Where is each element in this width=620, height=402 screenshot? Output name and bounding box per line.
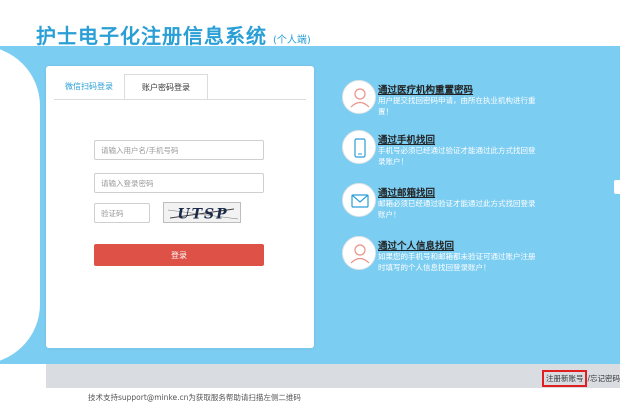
tab-account-login[interactable]: 账户密码登录 — [124, 74, 208, 100]
password-input[interactable] — [94, 173, 264, 193]
register-link[interactable]: 注册新账号 — [541, 370, 588, 387]
captcha-image[interactable]: UTSP — [163, 202, 241, 223]
side-handle — [614, 180, 620, 194]
login-button[interactable]: 登录 — [94, 244, 264, 266]
page-subtitle: (个人端) — [273, 35, 311, 46]
page-title: 护士电子化注册信息系统 (个人端) — [36, 20, 311, 49]
header: 护士电子化注册信息系统 (个人端) — [0, 0, 620, 49]
bottom-bar: 注册新账号/忘记密码 — [46, 364, 620, 388]
footer-support-text: 技术支持support@minke.cn为获取服务帮助请扫描左侧二维码 — [88, 393, 301, 402]
option-title[interactable]: 通过医疗机构重置密码 — [378, 82, 473, 96]
phone-icon — [342, 130, 376, 164]
page-title-text: 护士电子化注册信息系统 — [36, 24, 267, 48]
banner-curve-decoration — [0, 46, 40, 364]
mail-icon — [342, 183, 376, 217]
forgot-password-link[interactable]: 忘记密码 — [590, 374, 620, 383]
option-title[interactable]: 通过个人信息找回 — [378, 238, 454, 252]
captcha-text: UTSP — [177, 207, 228, 223]
username-input[interactable] — [94, 140, 264, 160]
person-icon — [342, 80, 376, 114]
option-title[interactable]: 通过邮箱找回 — [378, 185, 435, 199]
account-links: 注册新账号/忘记密码 — [541, 370, 620, 387]
captcha-input[interactable] — [94, 203, 150, 223]
tab-divider — [54, 99, 306, 100]
login-tabs: 微信扫码登录 账户密码登录 — [46, 66, 314, 100]
tab-wechat-login[interactable]: 微信扫码登录 — [54, 74, 124, 100]
option-desc: 邮箱必须已经通过验证才能通过此方式找回登录账户！ — [378, 199, 536, 219]
option-desc: 手机号必须已经通过验证才能通过此方式找回登录账户！ — [378, 146, 536, 166]
option-desc: 用户提交找回密码申请，由所在执业机构进行重置！ — [378, 96, 536, 116]
option-desc: 如果您的手机号和邮箱都未验证可通过账户注册时填写的个人信息找回登录账户！ — [378, 252, 536, 272]
login-card: 微信扫码登录 账户密码登录 UTSP 登录 — [46, 66, 314, 348]
captcha-graphic: UTSP — [167, 207, 239, 223]
person-icon — [342, 236, 376, 270]
option-title[interactable]: 通过手机找回 — [378, 132, 435, 146]
